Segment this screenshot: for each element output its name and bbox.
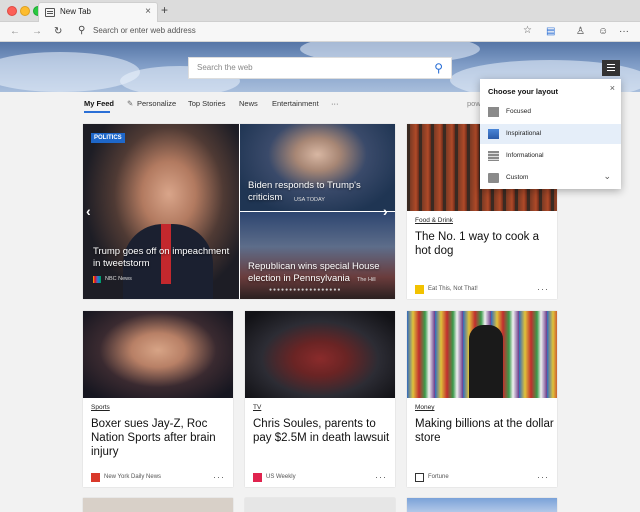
tab-new-tab[interactable]: New Tab × xyxy=(38,2,158,22)
minimize-window-button[interactable] xyxy=(20,6,30,16)
card-category[interactable]: TV xyxy=(253,404,261,411)
option-label: Focused xyxy=(506,108,531,115)
browser-window: New Tab × + ← → ↻ ⚲ Search or enter web … xyxy=(0,0,640,512)
card-category[interactable]: Food & Drink xyxy=(415,217,453,224)
news-card-partial[interactable] xyxy=(83,498,233,512)
tab-title: New Tab xyxy=(60,7,91,16)
dancing-stars-image[interactable] xyxy=(245,311,395,398)
carousel-next-icon[interactable]: › xyxy=(383,204,388,218)
nav-more-button[interactable]: ··· xyxy=(331,99,339,108)
eat-this-logo-icon xyxy=(415,285,424,294)
tab-top-stories[interactable]: Top Stories xyxy=(188,99,226,108)
search-icon[interactable]: ⚲ xyxy=(434,60,443,76)
reading-list-icon[interactable]: ▤ xyxy=(546,24,555,40)
tab-news[interactable]: News xyxy=(239,99,258,108)
toolbar: ← → ↻ ⚲ Search or enter web address ☆ ▤ … xyxy=(0,22,640,42)
active-tab-indicator xyxy=(84,111,110,113)
card-source: New York Daily News xyxy=(104,474,162,480)
layout-option-informational[interactable]: Informational xyxy=(480,146,621,166)
daily-news-logo-icon xyxy=(91,473,100,482)
address-input[interactable]: Search or enter web address xyxy=(93,26,196,35)
title-bar: New Tab × + xyxy=(0,0,640,22)
card-source: Fortune xyxy=(428,474,449,480)
option-label: Custom xyxy=(506,174,529,181)
card-headline[interactable]: Making billions at the dollar store xyxy=(415,417,555,445)
news-card[interactable]: Sports Boxer sues Jay-Z, Roc Nation Spor… xyxy=(83,311,233,487)
new-tab-button[interactable]: + xyxy=(161,3,168,17)
carousel-main-source: NBC News xyxy=(105,276,132,282)
close-tab-icon[interactable]: × xyxy=(145,6,151,18)
web-search-box[interactable]: Search the web ⚲ xyxy=(188,57,452,79)
tab-personalize[interactable]: Personalize xyxy=(137,99,176,108)
news-card[interactable]: Money Making billions at the dollar stor… xyxy=(407,311,557,487)
custom-layout-icon xyxy=(488,173,499,183)
carousel-prev-icon[interactable]: ‹ xyxy=(86,204,91,218)
layout-option-custom[interactable]: Custom ⌄ xyxy=(480,168,621,188)
carousel-bottom-right-source: The Hill xyxy=(357,277,376,283)
carousel-bottom-right-image[interactable] xyxy=(240,212,395,299)
card-more-button[interactable]: ··· xyxy=(537,473,549,482)
layout-option-inspirational[interactable]: Inspirational xyxy=(480,124,621,144)
carousel-pager[interactable]: ●●●●●●●●●●●●●●●●●● xyxy=(269,287,341,293)
option-label: Informational xyxy=(506,152,544,159)
layout-option-focused[interactable]: Focused xyxy=(480,102,621,122)
category-badge: POLITICS xyxy=(91,133,125,143)
nbc-logo-icon xyxy=(93,276,101,283)
forward-icon[interactable]: → xyxy=(32,24,42,40)
focused-layout-icon xyxy=(488,107,499,117)
boxer-image[interactable] xyxy=(83,311,233,398)
carousel-main-image[interactable] xyxy=(83,124,239,299)
card-headline[interactable]: Chris Soules, parents to pay $2.5M in de… xyxy=(253,417,393,445)
option-label: Inspirational xyxy=(506,130,542,137)
top-stories-carousel[interactable]: POLITICS Trump goes off on impeachment i… xyxy=(83,124,395,299)
tab-entertainment[interactable]: Entertainment xyxy=(272,99,319,108)
favorite-star-icon[interactable]: ☆ xyxy=(523,24,532,38)
card-more-button[interactable]: ··· xyxy=(375,473,387,482)
inspirational-layout-icon xyxy=(488,129,499,139)
popup-title: Choose your layout xyxy=(488,87,559,96)
news-tab-icon xyxy=(45,8,55,17)
news-card-partial[interactable] xyxy=(407,498,557,512)
card-headline[interactable]: The No. 1 way to cook a hot dog xyxy=(415,230,551,258)
search-icon: ⚲ xyxy=(78,25,86,36)
dollar-store-image[interactable] xyxy=(407,311,557,398)
informational-layout-icon xyxy=(488,151,499,161)
powered-by-label: pow xyxy=(467,99,481,108)
card-more-button[interactable]: ··· xyxy=(537,285,549,294)
card-headline[interactable]: Boxer sues Jay-Z, Roc Nation Sports afte… xyxy=(91,417,231,459)
carousel-top-right-source: USA TODAY xyxy=(294,197,325,203)
refresh-icon[interactable]: ↻ xyxy=(54,24,62,40)
chevron-down-icon[interactable]: ⌄ xyxy=(603,171,611,182)
tab-my-feed[interactable]: My Feed xyxy=(84,99,114,108)
news-card-partial[interactable] xyxy=(245,498,395,512)
news-card[interactable]: TV Chris Soules, parents to pay $2.5M in… xyxy=(245,311,395,487)
close-window-button[interactable] xyxy=(7,6,17,16)
card-source: Eat This, Not That! xyxy=(428,286,478,292)
profile-icon[interactable]: ♙ xyxy=(576,24,585,40)
card-more-button[interactable]: ··· xyxy=(213,473,225,482)
carousel-main-headline[interactable]: Trump goes off on impeachment in tweetst… xyxy=(93,246,233,270)
pencil-icon: ✎ xyxy=(127,99,134,108)
us-weekly-logo-icon xyxy=(253,473,262,482)
settings-more-icon[interactable]: ··· xyxy=(619,24,629,40)
card-category[interactable]: Sports xyxy=(91,404,110,411)
address-bar[interactable]: ⚲ Search or enter web address ☆ xyxy=(74,23,538,40)
card-source: US Weekly xyxy=(266,474,296,480)
feedback-icon[interactable]: ☺ xyxy=(598,24,608,40)
back-icon[interactable]: ← xyxy=(10,24,20,40)
close-icon[interactable]: × xyxy=(610,83,615,93)
web-search-input[interactable]: Search the web xyxy=(197,63,253,72)
page-settings-button[interactable] xyxy=(602,60,620,76)
person-shape xyxy=(469,325,503,398)
cloud-decoration xyxy=(0,52,140,92)
fortune-logo-icon xyxy=(415,473,424,482)
layout-popup: Choose your layout × Focused Inspiration… xyxy=(480,79,621,189)
card-category[interactable]: Money xyxy=(415,404,435,411)
